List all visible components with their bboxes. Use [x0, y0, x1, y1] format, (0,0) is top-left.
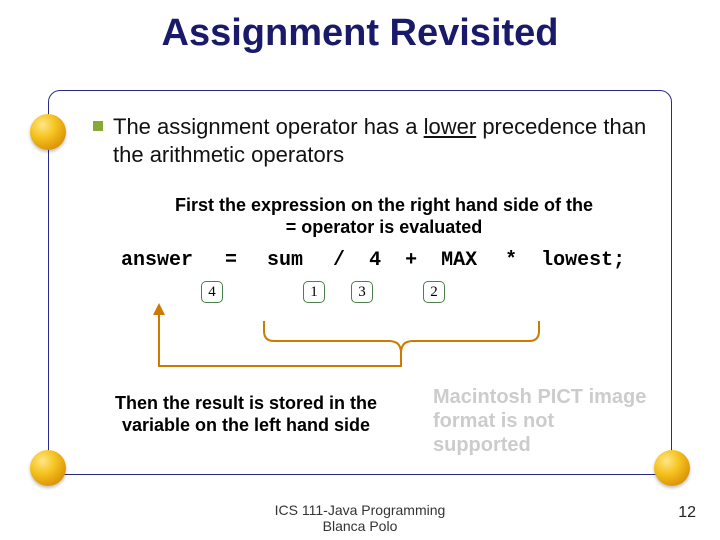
pict-unsupported-message: Macintosh PICT image format is not suppo…	[433, 385, 653, 457]
content-panel: The assignment operator has a lower prec…	[48, 90, 672, 475]
bullet-text: The assignment operator has a lower prec…	[113, 113, 653, 168]
step-box-2: 2	[423, 281, 445, 303]
code-token-lowest: lowest;	[541, 249, 625, 272]
code-token-equals: =	[225, 249, 255, 272]
step-box-3: 3	[351, 281, 373, 303]
caption-top: First the expression on the right hand s…	[169, 195, 599, 238]
code-token-slash: /	[333, 249, 357, 272]
slide-title: Assignment Revisited	[0, 0, 720, 55]
step-box-1: 1	[303, 281, 325, 303]
bullet-text-pre: The assignment operator has a	[113, 114, 424, 139]
step-box-4: 4	[201, 281, 223, 303]
bullet-item: The assignment operator has a lower prec…	[93, 113, 653, 168]
decorative-bullet-dot	[30, 114, 66, 150]
footer-course-info: ICS 111-Java Programming Blanca Polo	[0, 503, 720, 534]
page-number: 12	[678, 504, 696, 522]
bullet-marker	[93, 121, 103, 131]
code-token-four: 4	[369, 249, 393, 272]
footer-line1: ICS 111-Java Programming	[275, 502, 446, 518]
code-token-max: MAX	[441, 249, 493, 272]
code-token-plus: +	[405, 249, 429, 272]
code-token-star: *	[505, 249, 529, 272]
bullet-text-underlined: lower	[424, 114, 477, 139]
footer-line2: Blanca Polo	[323, 518, 398, 534]
caption-bottom: Then the result is stored in the variabl…	[91, 393, 401, 436]
code-token-sum: sum	[267, 249, 321, 272]
code-token-answer: answer	[121, 249, 213, 272]
code-expression: answer = sum / 4 + MAX * lowest;	[121, 249, 625, 272]
decorative-bullet-dot	[30, 450, 66, 486]
decorative-bullet-dot	[654, 450, 690, 486]
